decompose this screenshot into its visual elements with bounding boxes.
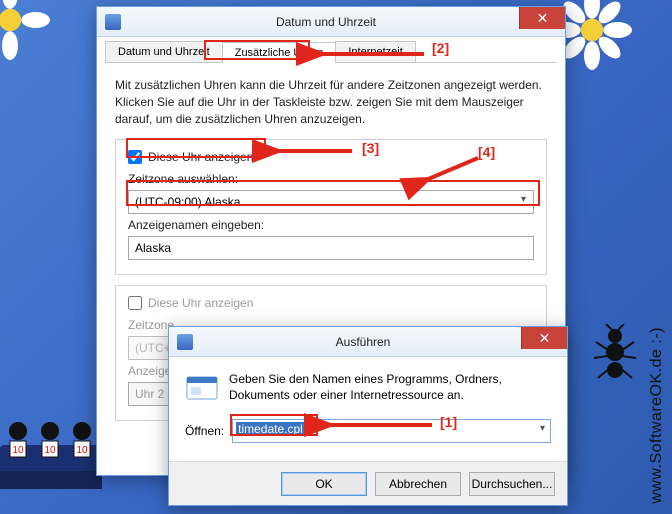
run-icon (185, 371, 219, 405)
clock1-group: Diese Uhr anzeigen Zeitzone auswählen: (… (115, 139, 547, 275)
description-text: Mit zusätzlichen Uhren kann die Uhrzeit … (115, 77, 547, 127)
tab-additional-clocks[interactable]: Zusätzliche Uhren (222, 42, 337, 63)
svg-text:10: 10 (44, 445, 56, 456)
titlebar[interactable]: Datum und Uhrzeit ✕ (97, 7, 565, 37)
clock2-show-label: Diese Uhr anzeigen (148, 296, 253, 310)
cancel-button[interactable]: Abbrechen (375, 472, 461, 496)
tab-internet-time[interactable]: Internetzeit (335, 41, 415, 62)
run-app-icon (177, 334, 193, 350)
tab-date-time[interactable]: Datum und Uhrzeit (105, 41, 223, 62)
run-open-combo[interactable]: timedate.cpl (232, 419, 551, 443)
clock1-tz-label: Zeitzone auswählen: (128, 172, 534, 186)
clock1-name-label: Anzeigenamen eingeben: (128, 218, 534, 232)
app-icon (105, 14, 121, 30)
close-button[interactable]: ✕ (519, 7, 565, 29)
run-window-title: Ausführen (199, 335, 567, 349)
browse-button[interactable]: Durchsuchen... (469, 472, 555, 496)
run-open-value: timedate.cpl (236, 422, 305, 436)
close-icon: ✕ (539, 331, 551, 345)
judges-decoration: 10 10 10 (0, 411, 110, 494)
close-icon: ✕ (537, 11, 549, 25)
tab-strip: Datum und Uhrzeit Zusätzliche Uhren Inte… (105, 41, 557, 63)
watermark-vertical: www.SoftwareOK.de :-) (648, 327, 666, 504)
ant-decoration (590, 324, 640, 384)
window-title: Datum und Uhrzeit (127, 15, 565, 29)
run-description: Geben Sie den Namen eines Programms, Ord… (229, 371, 551, 403)
clock1-name-input[interactable] (128, 236, 534, 260)
run-window: Ausführen ✕ Geben Sie den Namen eines Pr… (168, 326, 568, 506)
run-titlebar[interactable]: Ausführen ✕ (169, 327, 567, 357)
run-button-row: OK Abbrechen Durchsuchen... (169, 461, 567, 505)
clock1-show-checkbox[interactable] (128, 150, 142, 164)
run-close-button[interactable]: ✕ (521, 327, 567, 349)
flower-decoration (0, 0, 50, 60)
clock1-show-label: Diese Uhr anzeigen (148, 150, 253, 164)
clock1-tz-select[interactable]: (UTC-09:00) Alaska (128, 190, 534, 214)
svg-text:10: 10 (12, 445, 24, 456)
svg-text:10: 10 (76, 445, 88, 456)
run-open-label: Öffnen: (185, 424, 224, 438)
clock2-show-checkbox[interactable] (128, 296, 142, 310)
ok-button[interactable]: OK (281, 472, 367, 496)
